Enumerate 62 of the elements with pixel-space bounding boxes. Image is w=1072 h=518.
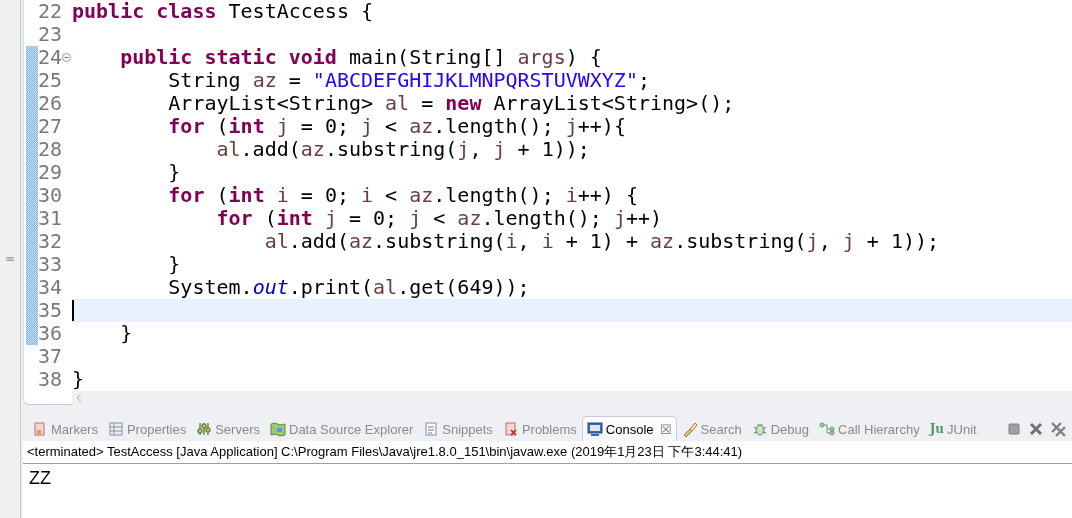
close-icon[interactable]: ☒ bbox=[659, 421, 672, 437]
view-tab[interactable]: Snippets bbox=[418, 416, 498, 441]
line-number: 28 bbox=[38, 138, 63, 161]
code-line: public static void main(String[] args) { bbox=[119, 46, 602, 69]
junit-logo-icon: Ju bbox=[929, 422, 945, 436]
node-tree-icon bbox=[819, 421, 835, 437]
line-number: 24 bbox=[38, 46, 63, 69]
text-cursor bbox=[72, 300, 74, 321]
line-number: 32 bbox=[38, 230, 63, 253]
document-icon bbox=[423, 421, 440, 437]
stop-icon bbox=[1006, 421, 1022, 437]
code-line: al.add(az.substring(j, j + 1)); bbox=[215, 138, 590, 161]
view-tab[interactable]: Servers bbox=[191, 416, 265, 441]
view-tab[interactable]: Ju JUnit bbox=[924, 416, 982, 441]
view-tab[interactable]: Data Source Explorer bbox=[265, 416, 419, 441]
line-number: 22 bbox=[38, 0, 63, 23]
code-line: for (int j = 0; j < az.length(); j++){ bbox=[167, 115, 626, 138]
code-line: ArrayList<String> al = new ArrayList<String>(); bbox=[167, 92, 735, 115]
view-tab[interactable]: Debug bbox=[746, 416, 814, 441]
code-line: al.add(az.substring(i, i + 1) + az.substring(j, j + 1)); bbox=[263, 230, 940, 253]
view-tab[interactable]: Problems bbox=[497, 416, 582, 441]
code-line: for (int j = 0; j < az.length(); j++) bbox=[215, 207, 663, 230]
view-tab[interactable]: Properties bbox=[102, 416, 192, 441]
code-line: } bbox=[72, 368, 85, 391]
code-line: } bbox=[119, 322, 133, 345]
monitor-icon bbox=[586, 421, 603, 437]
line-number: 34 bbox=[38, 276, 63, 299]
code-editor[interactable] bbox=[23, 0, 1072, 405]
console-output: ZZ bbox=[28, 467, 52, 490]
line-number: 29 bbox=[38, 161, 63, 184]
code-line: String az = "ABCDEFGHIJKLMNPQRSTUVWXYZ"; bbox=[167, 69, 650, 92]
line-number: 31 bbox=[38, 207, 63, 230]
code-line: for (int i = 0; i < az.length(); i++) { bbox=[167, 184, 638, 207]
code-line: System.out.print(al.get(649)); bbox=[167, 276, 530, 299]
code-line: } bbox=[167, 253, 181, 276]
line-number: 26 bbox=[38, 92, 63, 115]
line-number: 27 bbox=[38, 115, 63, 138]
map-icon bbox=[270, 421, 286, 437]
view-tab[interactable]: Call Hierarchy bbox=[814, 416, 925, 441]
view-tab[interactable]: Markers bbox=[27, 416, 103, 441]
error-document-icon bbox=[502, 421, 519, 437]
line-number: 23 bbox=[38, 23, 63, 46]
remove-all-icon bbox=[1050, 421, 1066, 437]
line-number: 30 bbox=[38, 184, 63, 207]
view-tab[interactable]: Console ☒ bbox=[581, 416, 677, 441]
horizontal-scrollbar[interactable] bbox=[72, 391, 1072, 405]
line-number: 35 bbox=[38, 299, 63, 322]
code-line: } bbox=[167, 161, 181, 184]
collapse-icon[interactable] bbox=[62, 53, 71, 62]
line-number: 38 bbox=[38, 368, 63, 391]
sliders-icon bbox=[196, 421, 213, 437]
remove-icon bbox=[1028, 421, 1044, 437]
code-line: public class TestAccess { bbox=[72, 0, 374, 23]
flashlight-icon bbox=[681, 421, 698, 437]
bug-icon bbox=[751, 421, 768, 437]
line-number: 37 bbox=[38, 345, 63, 368]
view-tab[interactable]: Search bbox=[676, 416, 747, 441]
flag-document-icon bbox=[32, 421, 48, 437]
line-number: 33 bbox=[38, 253, 63, 276]
line-number: 25 bbox=[38, 69, 63, 92]
table-icon bbox=[107, 421, 124, 437]
line-number: 36 bbox=[38, 322, 63, 345]
